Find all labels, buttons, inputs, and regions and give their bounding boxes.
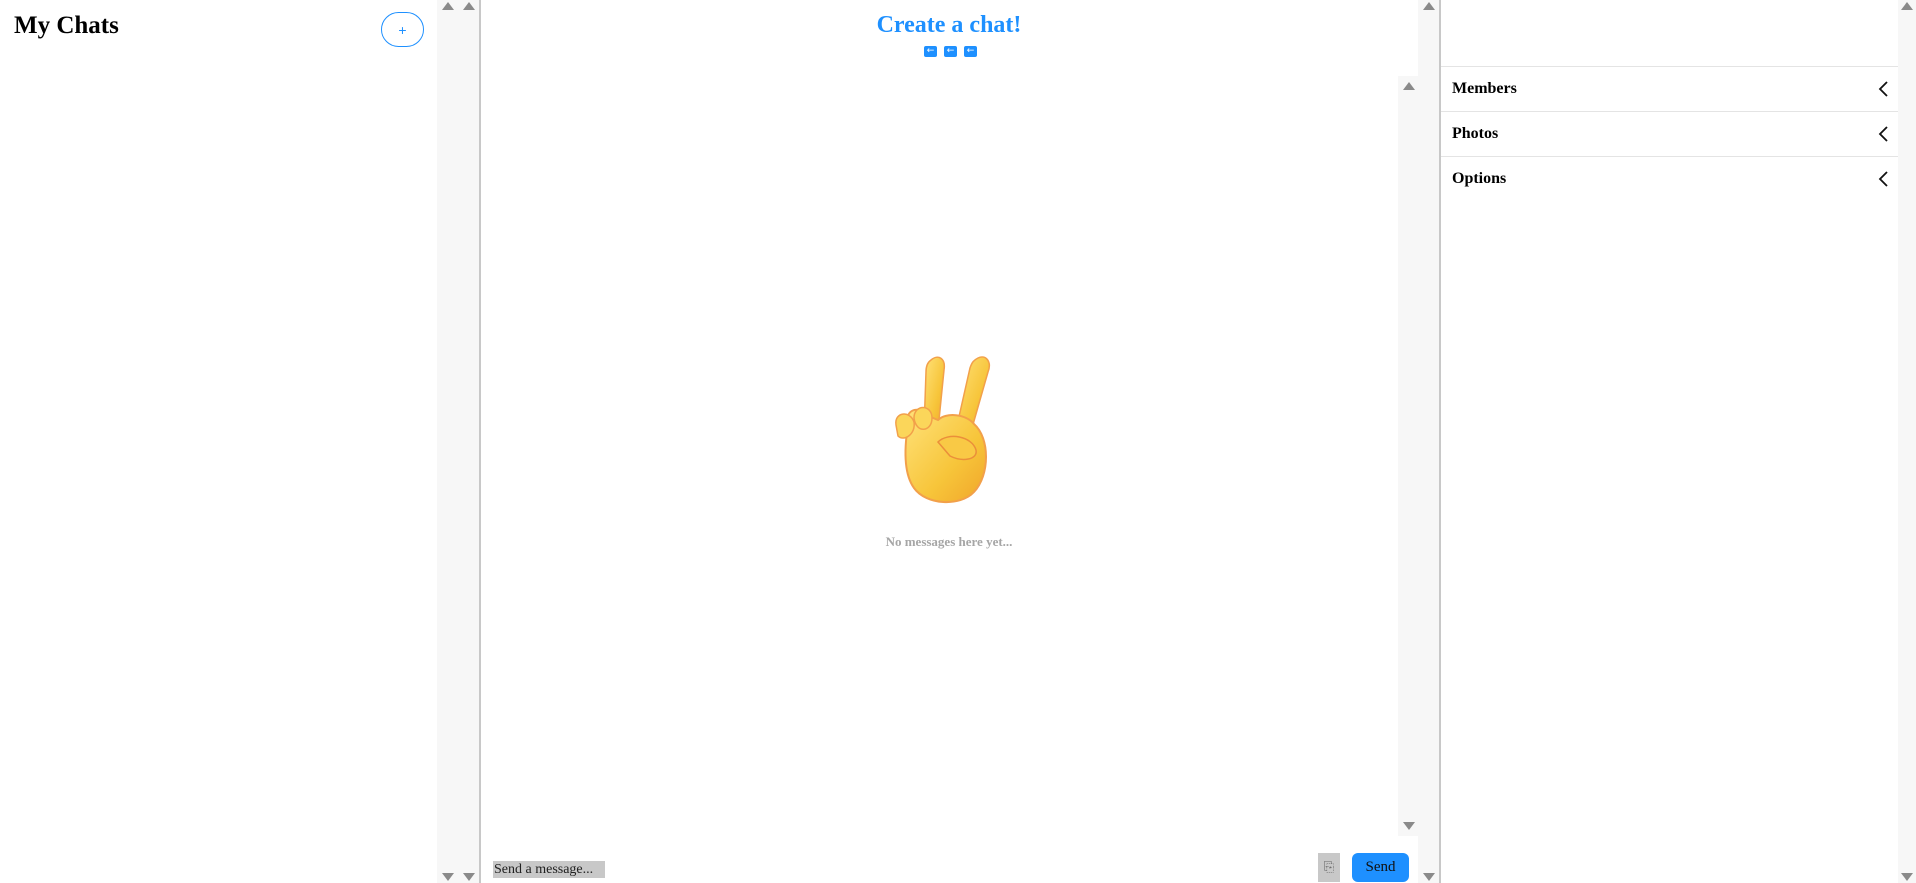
scroll-down-icon[interactable] (1423, 873, 1435, 881)
accordion-photos[interactable]: Photos (1441, 112, 1898, 157)
chat-details-panel: Members Photos Options (1441, 0, 1898, 883)
chevron-left-icon[interactable] (1874, 169, 1894, 189)
back-arrow-icon[interactable]: ← (924, 46, 937, 57)
chevron-left-icon[interactable] (1874, 124, 1894, 144)
chat-title: Create a chat! (876, 12, 1022, 38)
chat-nav-arrows: ← ← ← (924, 46, 977, 57)
back-arrow-icon[interactable]: ← (964, 46, 977, 57)
back-arrow-icon[interactable]: ← (944, 46, 957, 57)
chat-list-title: My Chats (14, 12, 119, 39)
app-window: My Chats + Create a chat! ← ← ← No messa… (0, 0, 1916, 883)
chat-list-scrollbar[interactable] (437, 0, 458, 883)
accordion-label: Photos (1452, 125, 1499, 142)
outer-scrollbar[interactable] (458, 0, 479, 883)
scroll-up-icon[interactable] (463, 2, 475, 10)
details-scrollbar[interactable] (1898, 0, 1916, 883)
add-chat-button[interactable]: + (381, 12, 424, 47)
accordion-options[interactable]: Options (1441, 157, 1898, 202)
scroll-down-icon[interactable] (463, 873, 475, 881)
scroll-down-icon[interactable] (1403, 822, 1415, 830)
scroll-down-icon[interactable] (442, 873, 454, 881)
chat-list-panel: My Chats + (0, 0, 437, 883)
chevron-left-icon[interactable] (1874, 79, 1894, 99)
send-button[interactable]: Send (1352, 853, 1409, 882)
accordion-label: Options (1452, 170, 1507, 187)
details-header (1441, 0, 1898, 67)
victory-hand-icon (895, 356, 990, 504)
accordion-label: Members (1452, 80, 1517, 97)
scroll-up-icon[interactable] (1403, 82, 1415, 90)
scroll-up-icon[interactable] (1423, 2, 1435, 10)
scroll-up-icon[interactable] (1901, 2, 1913, 10)
messages-scrollbar[interactable] (1398, 76, 1420, 836)
scroll-down-icon[interactable] (1901, 873, 1913, 881)
chat-panel: Create a chat! ← ← ← No messages here ye… (481, 0, 1420, 883)
attach-file-icon[interactable]: ⎘ (1318, 853, 1340, 882)
chat-panel-scrollbar[interactable] (1418, 0, 1439, 883)
message-input[interactable]: Send a message... (493, 861, 605, 878)
accordion-members[interactable]: Members (1441, 67, 1898, 112)
scroll-up-icon[interactable] (442, 2, 454, 10)
empty-state-text: No messages here yet... (885, 534, 1013, 549)
